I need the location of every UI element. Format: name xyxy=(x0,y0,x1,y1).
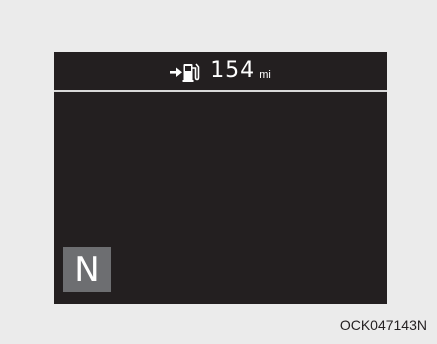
page: 154 mi N OCK047143N xyxy=(0,0,437,344)
divider xyxy=(54,90,387,92)
range-value: 154 xyxy=(210,58,256,83)
range-bar: 154 mi xyxy=(54,52,387,90)
arrow-fuel-pump-icon xyxy=(170,61,200,83)
gear-indicator: N xyxy=(63,247,111,292)
range-unit: mi xyxy=(259,68,271,81)
gear-letter: N xyxy=(74,249,100,290)
cluster-display: 154 mi N xyxy=(54,52,387,304)
figure-code: OCK047143N xyxy=(339,317,427,333)
